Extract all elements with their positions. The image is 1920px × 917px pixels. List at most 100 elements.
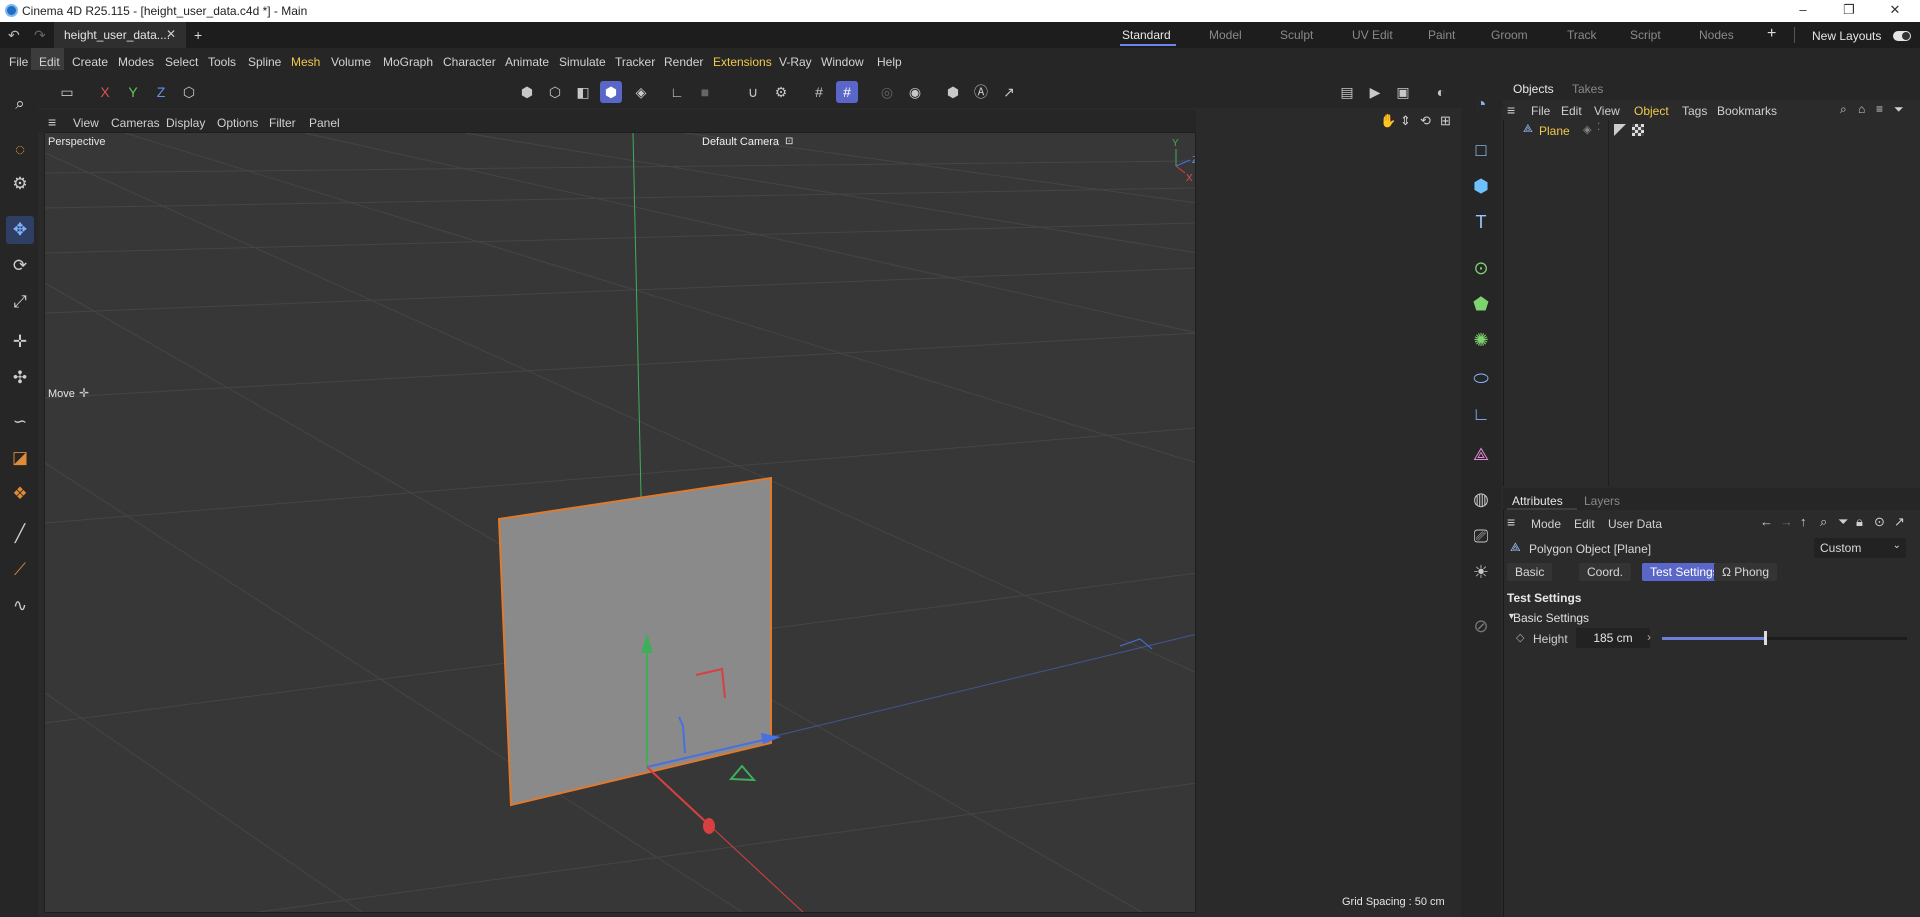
tab-attributes[interactable]: Attributes <box>1512 494 1563 508</box>
move-tool-icon[interactable]: ✥ <box>6 216 34 244</box>
cube-object-icon[interactable]: ⬢ <box>1467 172 1495 200</box>
knife-icon[interactable]: ⟋ <box>6 556 34 584</box>
cube-selection-icon[interactable]: ❖ <box>6 480 34 508</box>
minimize-button[interactable]: – <box>1780 0 1826 22</box>
menu-extensions[interactable]: Extensions <box>713 55 772 69</box>
paint-icon[interactable]: ◪ <box>6 444 34 472</box>
menu-create[interactable]: Create <box>72 55 108 69</box>
tab-takes[interactable]: Takes <box>1572 82 1603 96</box>
lock-icon[interactable]: 🔒︎ <box>1856 514 1863 530</box>
x-handle-arrow[interactable] <box>703 818 715 834</box>
height-field[interactable]: 185 cm <box>1576 628 1650 648</box>
layout-track[interactable]: Track <box>1567 28 1597 42</box>
menu-file[interactable]: File <box>9 55 28 69</box>
mograph-fracture-icon[interactable]: ⬟ <box>1467 290 1495 318</box>
render-settings-icon[interactable]: ◉ <box>904 81 926 103</box>
menu-character[interactable]: Character <box>443 55 496 69</box>
zoom-icon[interactable]: ⇕ <box>1400 113 1411 129</box>
camera-object-icon[interactable]: ◔ <box>1467 90 1495 118</box>
edges-mode-icon[interactable]: ⬡ <box>544 81 566 103</box>
keyframe-diamond-icon[interactable]: ◇ <box>1516 631 1524 644</box>
objects-menu-file[interactable]: File <box>1531 104 1550 118</box>
axis-x-button[interactable]: X <box>94 81 116 103</box>
tab-layers[interactable]: Layers <box>1584 494 1620 508</box>
layout-nodes[interactable]: Nodes <box>1699 28 1734 42</box>
deformer-icon[interactable]: ⬭ <box>1467 364 1495 392</box>
coordinate-system-icon[interactable]: ⬡ <box>178 81 200 103</box>
asset-icon[interactable]: Ⓐ <box>970 81 992 103</box>
subtab-basic[interactable]: Basic <box>1507 563 1553 581</box>
grid-snap-icon[interactable]: # <box>808 81 830 103</box>
attributes-menu-mode[interactable]: Mode <box>1531 517 1561 531</box>
forward-arrow-icon[interactable]: → <box>1780 514 1793 529</box>
viewport-menu-view[interactable]: View <box>73 116 99 130</box>
close-tab-icon[interactable]: ✕ <box>166 27 176 41</box>
snap-magnet-icon[interactable]: ∪ <box>742 81 764 103</box>
light-icon[interactable]: ☀ <box>1467 558 1495 586</box>
viewport-menu-icon[interactable]: ≡ <box>48 114 56 130</box>
active-camera-label[interactable]: Default Camera <box>702 136 779 148</box>
menu-spline[interactable]: Spline <box>248 55 281 69</box>
viewport-menu-options[interactable]: Options <box>217 116 258 130</box>
new-layouts-label[interactable]: New Layouts <box>1812 29 1881 43</box>
3d-viewport[interactable]: Y Z X <box>44 132 1196 913</box>
objects-home-icon[interactable]: ⌂ <box>1858 102 1865 116</box>
field-icon[interactable]: ⟁ <box>1467 440 1495 468</box>
menu-modes[interactable]: Modes <box>118 55 154 69</box>
menu-vray[interactable]: V-Ray <box>779 55 812 69</box>
transfer-icon[interactable]: ✣ <box>6 364 34 392</box>
new-layouts-toggle[interactable] <box>1893 31 1911 41</box>
soft-selection-icon[interactable]: ◎ <box>876 81 898 103</box>
x-handle[interactable] <box>646 766 708 824</box>
axis-y-button[interactable]: Y <box>122 81 144 103</box>
objects-sort-icon[interactable]: ≡ <box>1876 102 1883 116</box>
back-arrow-icon[interactable]: ← <box>1760 514 1773 529</box>
objects-menu-bookmarks[interactable]: Bookmarks <box>1717 104 1777 118</box>
scale-tool-icon[interactable]: ⤢ <box>6 288 34 316</box>
viewport-menu-cameras[interactable]: Cameras <box>111 116 160 130</box>
viewport-menu-panel[interactable]: Panel <box>309 116 340 130</box>
layout-standard[interactable]: Standard <box>1122 28 1171 42</box>
export-icon[interactable]: ↗ <box>998 81 1020 103</box>
live-selection-icon[interactable]: ◌ <box>6 136 34 164</box>
menu-simulate[interactable]: Simulate <box>559 55 606 69</box>
scene-icon[interactable]: ∟ <box>1467 400 1495 428</box>
points-mode-icon[interactable]: ⬢ <box>516 81 538 103</box>
menu-help[interactable]: Help <box>877 55 902 69</box>
workplane-snap-icon[interactable]: # <box>836 81 858 103</box>
objects-menu-edit[interactable]: Edit <box>1561 104 1582 118</box>
menu-mograph[interactable]: MoGraph <box>383 55 433 69</box>
menu-volume[interactable]: Volume <box>331 55 371 69</box>
maximize-button[interactable]: ❐ <box>1826 0 1872 22</box>
objects-menu-object[interactable]: Object <box>1634 104 1669 118</box>
camera-lock-icon[interactable]: ⊡ <box>785 136 793 147</box>
document-tab[interactable]: height_user_data.... ✕ <box>54 22 186 48</box>
menu-mesh[interactable]: Mesh <box>291 55 320 69</box>
add-layout-icon[interactable]: + <box>1767 25 1776 43</box>
render-picture-viewer-icon[interactable]: ▶ <box>1364 81 1386 103</box>
camera-rig-icon[interactable]: ⎚ <box>1467 522 1495 550</box>
brush-icon[interactable]: ╱ <box>6 520 34 548</box>
environment-icon[interactable]: ◍ <box>1467 485 1495 513</box>
tag-disabled-icon[interactable]: ⊘ <box>1467 612 1495 640</box>
visibility-dots-icon[interactable]: ⁚ <box>1597 122 1600 133</box>
viewport-projection-label[interactable]: Perspective <box>48 136 105 148</box>
menu-tracker[interactable]: Tracker <box>615 55 655 69</box>
rotate-tool-icon[interactable]: ⟳ <box>6 252 34 280</box>
object-row-plane[interactable]: ⟁ Plane ◈ ⁚ <box>1503 122 1608 140</box>
orbit-icon[interactable]: ⟲ <box>1420 113 1431 129</box>
tab-objects[interactable]: Objects <box>1513 82 1554 96</box>
menu-render[interactable]: Render <box>664 55 703 69</box>
object-name-plane[interactable]: Plane <box>1539 124 1570 138</box>
attributes-menu-edit[interactable]: Edit <box>1574 517 1595 531</box>
layout-model[interactable]: Model <box>1209 28 1242 42</box>
pan-icon[interactable]: ✋ <box>1380 113 1396 129</box>
new-window-icon[interactable]: ↗ <box>1894 514 1905 530</box>
undo-icon[interactable]: ↶ <box>8 27 20 44</box>
objects-search-icon[interactable]: ⌕ <box>1840 102 1847 117</box>
workplane-icon[interactable]: ■ <box>694 81 716 103</box>
close-button[interactable]: ✕ <box>1872 0 1918 22</box>
menu-window[interactable]: Window <box>821 55 864 69</box>
attributes-settings-icon[interactable]: ⊙ <box>1874 514 1885 530</box>
text-object-icon[interactable]: T <box>1467 208 1495 236</box>
